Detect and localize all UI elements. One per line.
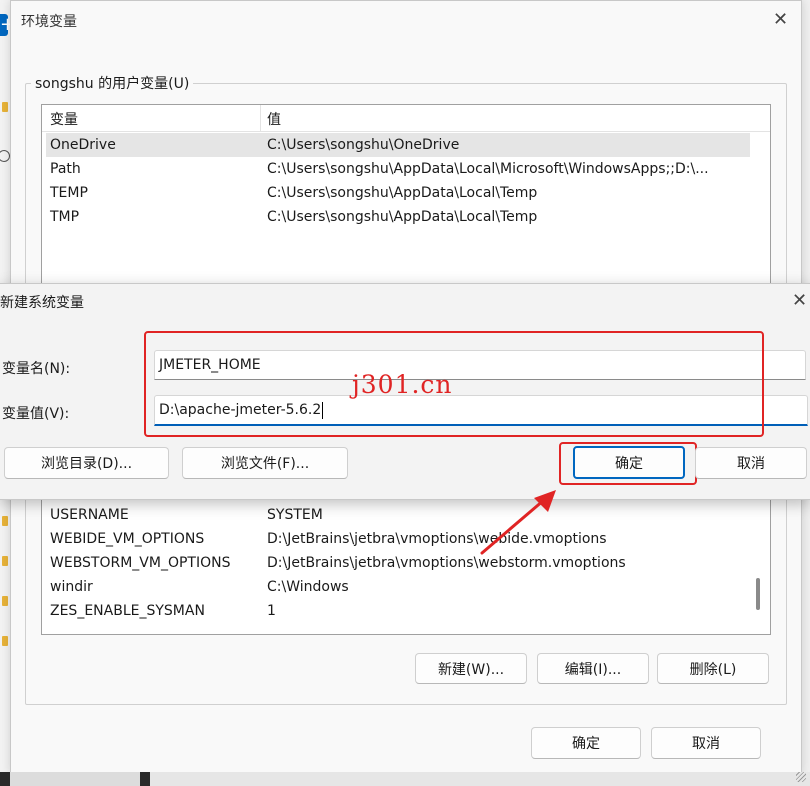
table-row[interactable]: WEBIDE_VM_OPTIONS D:\JetBrains\jetbra\vm… <box>46 527 750 551</box>
taskbar-strip <box>0 772 810 786</box>
dialog-title: 新建系统变量 <box>0 295 84 311</box>
list-header: 变量 值 <box>42 105 770 132</box>
table-row[interactable]: ZES_ENABLE_SYSMAN 1 <box>46 599 750 623</box>
window-title: 环境变量 <box>21 14 77 30</box>
watermark-text: j301.cn <box>352 370 453 399</box>
vertical-scrollbar[interactable] <box>756 578 760 610</box>
user-variables-list[interactable]: 变量 值 OneDrive C:\Users\songshu\OneDrive … <box>41 104 771 291</box>
add-icon[interactable]: + <box>0 14 15 36</box>
system-variables-list[interactable]: USERNAME SYSTEM WEBIDE_VM_OPTIONS D:\Jet… <box>41 497 771 635</box>
folder-icon <box>2 516 8 526</box>
annotation-highlight-ok <box>559 442 697 485</box>
close-icon[interactable]: ✕ <box>792 292 807 310</box>
edit-variable-button[interactable]: 编辑(I)... <box>537 653 649 684</box>
folder-icon <box>2 596 8 606</box>
annotation-arrow-icon <box>480 490 556 555</box>
table-row[interactable]: USERNAME SYSTEM <box>46 503 750 527</box>
user-variables-label: songshu 的用户变量(U) <box>31 73 194 93</box>
browse-directory-button[interactable]: 浏览目录(D)... <box>4 447 169 479</box>
dialog-cancel-button[interactable]: 取消 <box>695 447 807 479</box>
table-row[interactable]: TMP C:\Users\songshu\AppData\Local\Temp <box>46 205 750 229</box>
table-row[interactable]: TEMP C:\Users\songshu\AppData\Local\Temp <box>46 181 750 205</box>
column-divider[interactable] <box>260 105 261 131</box>
cancel-button[interactable]: 取消 <box>651 727 761 759</box>
annotation-highlight-fields <box>144 331 764 437</box>
browse-file-button[interactable]: 浏览文件(F)... <box>182 447 348 479</box>
table-row[interactable]: Path C:\Users\songshu\AppData\Local\Micr… <box>46 157 750 181</box>
column-header-name[interactable]: 变量 <box>50 109 78 129</box>
variable-name-label: 变量名(N): <box>2 361 71 377</box>
ok-button[interactable]: 确定 <box>531 727 641 759</box>
close-icon[interactable]: ✕ <box>773 11 788 29</box>
delete-variable-button[interactable]: 删除(L) <box>657 653 769 684</box>
table-row[interactable]: WEBSTORM_VM_OPTIONS D:\JetBrains\jetbra\… <box>46 551 750 575</box>
resize-grip-icon[interactable] <box>796 772 806 782</box>
table-row[interactable]: windir C:\Windows <box>46 575 750 599</box>
column-header-value[interactable]: 值 <box>267 109 281 129</box>
new-system-variable-dialog: 新建系统变量 ✕ 变量名(N): 变量值(V): JMETER_HOME D:\… <box>0 283 810 500</box>
variable-value-label: 变量值(V): <box>2 406 70 422</box>
new-variable-button[interactable]: 新建(W)... <box>415 653 527 684</box>
folder-icon <box>2 556 8 566</box>
folder-icon <box>2 636 8 646</box>
folder-icon <box>2 102 8 112</box>
table-row[interactable]: OneDrive C:\Users\songshu\OneDrive <box>46 133 750 157</box>
